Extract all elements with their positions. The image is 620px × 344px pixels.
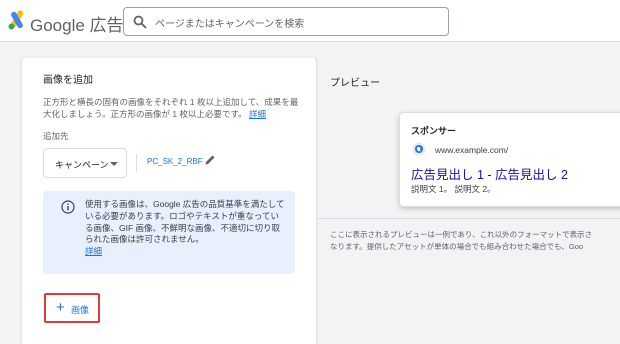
preview-title: プレビュー <box>330 78 380 89</box>
add-image-label: 画像 <box>71 305 90 315</box>
ad-headline: 広告見出し 1 - 広告見出し 2 <box>411 168 568 182</box>
campaign-name-link[interactable]: PC_SK_2_RBF <box>147 157 203 166</box>
notice-text: 使用する画像は、Google 広告の品質基準を満たしている必要があります。ロゴや… <box>85 199 285 258</box>
quality-notice: 使用する画像は、Google 広告の品質基準を満たしている必要があります。ロゴや… <box>43 191 295 274</box>
sponsored-label: スポンサー <box>411 126 457 136</box>
preview-divider <box>316 218 620 219</box>
info-icon <box>61 200 75 214</box>
divider <box>136 154 137 172</box>
ad-preview-card: スポンサー www.example.com/ 広告見出し 1 - 広告見出し 2… <box>400 113 620 206</box>
learn-more-link[interactable]: 詳細 <box>249 109 266 119</box>
notice-learn-more-link[interactable]: 詳細 <box>85 246 102 256</box>
destination-label: 追加先 <box>43 131 69 141</box>
top-bar: Google 広告 ページまたはキャンペーンを検索 <box>0 0 620 42</box>
add-images-panel: 画像を追加 正方形と横長の固有の画像をそれぞれ 1 枚以上追加して、成果を最大化… <box>22 58 316 344</box>
chevron-down-icon <box>110 162 118 166</box>
search-placeholder: ページまたはキャンペーンを検索 <box>155 19 305 30</box>
search-icon <box>133 15 147 29</box>
ad-domain: www.example.com/ <box>435 145 509 155</box>
plus-icon: + <box>56 299 65 316</box>
campaign-select-value: キャンペーン <box>55 160 109 170</box>
pencil-icon[interactable] <box>204 154 216 166</box>
page: Google 広告 ページまたはキャンペーンを検索 画像を追加 正方形と横長の固… <box>0 0 620 344</box>
add-image-button[interactable]: + 画像 <box>44 293 100 323</box>
section-title: 画像を追加 <box>43 75 93 86</box>
disclaimer-line-2: なります。提供したアセットが単体の場合でも組み合わせた場合でも、Goo <box>330 242 584 251</box>
google-ads-logo-icon[interactable] <box>8 10 26 30</box>
description: 正方形と横長の固有の画像をそれぞれ 1 枚以上追加して、成果を最大化しましょう。… <box>43 96 303 120</box>
ad-description: 説明文 1。 説明文 2。 <box>411 184 496 194</box>
globe-icon <box>412 142 426 156</box>
preview-disclaimer: ここに表示されるプレビューは一例であり、これ以外のフォーマットで表示さ なります… <box>330 229 620 253</box>
panel-divider <box>316 58 317 344</box>
brand-name[interactable]: Google 広告 <box>30 11 124 36</box>
campaign-level-select[interactable]: キャンペーン <box>43 148 127 178</box>
search-input[interactable]: ページまたはキャンペーンを検索 <box>123 7 449 36</box>
disclaimer-line-1: ここに表示されるプレビューは一例であり、これ以外のフォーマットで表示さ <box>330 230 593 239</box>
notice-body: 使用する画像は、Google 広告の品質基準を満たしている必要があります。ロゴや… <box>85 199 285 245</box>
